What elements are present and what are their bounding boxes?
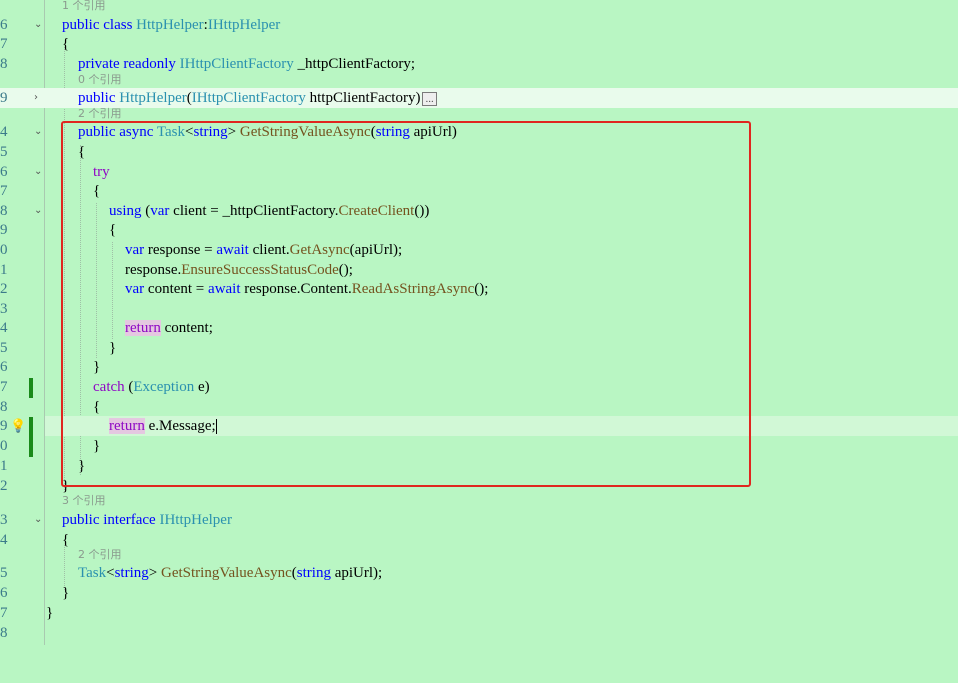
line-number: 3 — [0, 512, 8, 528]
line-number: 1 — [0, 458, 8, 474]
code-line-gutter: 9 — [0, 416, 40, 436]
line-number: 7 — [0, 379, 8, 395]
line-number: 7 — [0, 36, 8, 52]
code-line[interactable]: 8 — [0, 623, 958, 643]
line-number: 3 — [0, 301, 8, 317]
code-line[interactable]: 6 } — [0, 583, 958, 603]
line-number: 2 — [0, 281, 8, 297]
code-text: public class HttpHelper:IHttpHelper — [62, 17, 281, 33]
chevron-down-icon[interactable]: ⌄ — [34, 167, 46, 177]
line-number: 8 — [0, 399, 8, 415]
line-number: 7 — [0, 183, 8, 199]
reference-count-line: 0 个引用 — [0, 70, 958, 90]
line-number: 6 — [0, 17, 8, 33]
line-number: 5 — [0, 144, 8, 160]
code-text: { — [62, 36, 70, 52]
code-line[interactable]: 3 ⌄ public interface IHttpHelper — [0, 510, 958, 530]
reference-count[interactable]: 3 个引用 — [62, 491, 106, 511]
line-number: 6 — [0, 164, 8, 180]
code-line[interactable]: 7 { — [0, 34, 958, 54]
chevron-down-icon[interactable]: ⌄ — [34, 206, 46, 216]
line-number: 1 — [0, 262, 8, 278]
code-text: public interface IHttpHelper — [62, 512, 232, 528]
chevron-down-icon[interactable]: ⌄ — [34, 515, 46, 525]
chevron-down-icon[interactable]: ⌄ — [34, 20, 46, 30]
code-line[interactable]: 5 Task<string> GetStringValueAsync(strin… — [0, 563, 958, 583]
line-number: 8 — [0, 625, 8, 641]
reference-count-line: 2 个引用 — [0, 545, 958, 565]
line-number: 4 — [0, 124, 8, 140]
line-number: 8 — [0, 203, 8, 219]
code-line[interactable]: 7 } — [0, 603, 958, 623]
code-text: Task<string> GetStringValueAsync(string … — [78, 565, 383, 581]
line-number: 9 — [0, 418, 8, 434]
line-number: 9 — [0, 222, 8, 238]
reference-count[interactable]: 2 个引用 — [78, 545, 122, 565]
code-line[interactable]: 6 ⌄ public class HttpHelper:IHttpHelper — [0, 15, 958, 35]
line-number: 6 — [0, 359, 8, 375]
line-number: 0 — [0, 242, 8, 258]
code-text: } — [62, 585, 70, 601]
reference-count-line: 1 个引用 — [0, 0, 958, 16]
reference-count[interactable]: 0 个引用 — [78, 70, 122, 90]
line-number: 5 — [0, 565, 8, 581]
chevron-right-icon[interactable]: › — [34, 93, 46, 103]
reference-count[interactable]: 1 个引用 — [62, 0, 106, 16]
chevron-down-icon[interactable]: ⌄ — [34, 127, 46, 137]
code-editor[interactable]: 💡 1 个引用 6 ⌄ public class HttpHelper:IHtt… — [0, 0, 958, 645]
line-number: 4 — [0, 320, 8, 336]
line-number: 5 — [0, 340, 8, 356]
reference-count-line: 3 个引用 — [0, 491, 958, 511]
code-text: } — [46, 605, 54, 621]
line-number: 6 — [0, 585, 8, 601]
highlight-box — [61, 121, 751, 487]
line-number: 0 — [0, 438, 8, 454]
line-number: 7 — [0, 605, 8, 621]
